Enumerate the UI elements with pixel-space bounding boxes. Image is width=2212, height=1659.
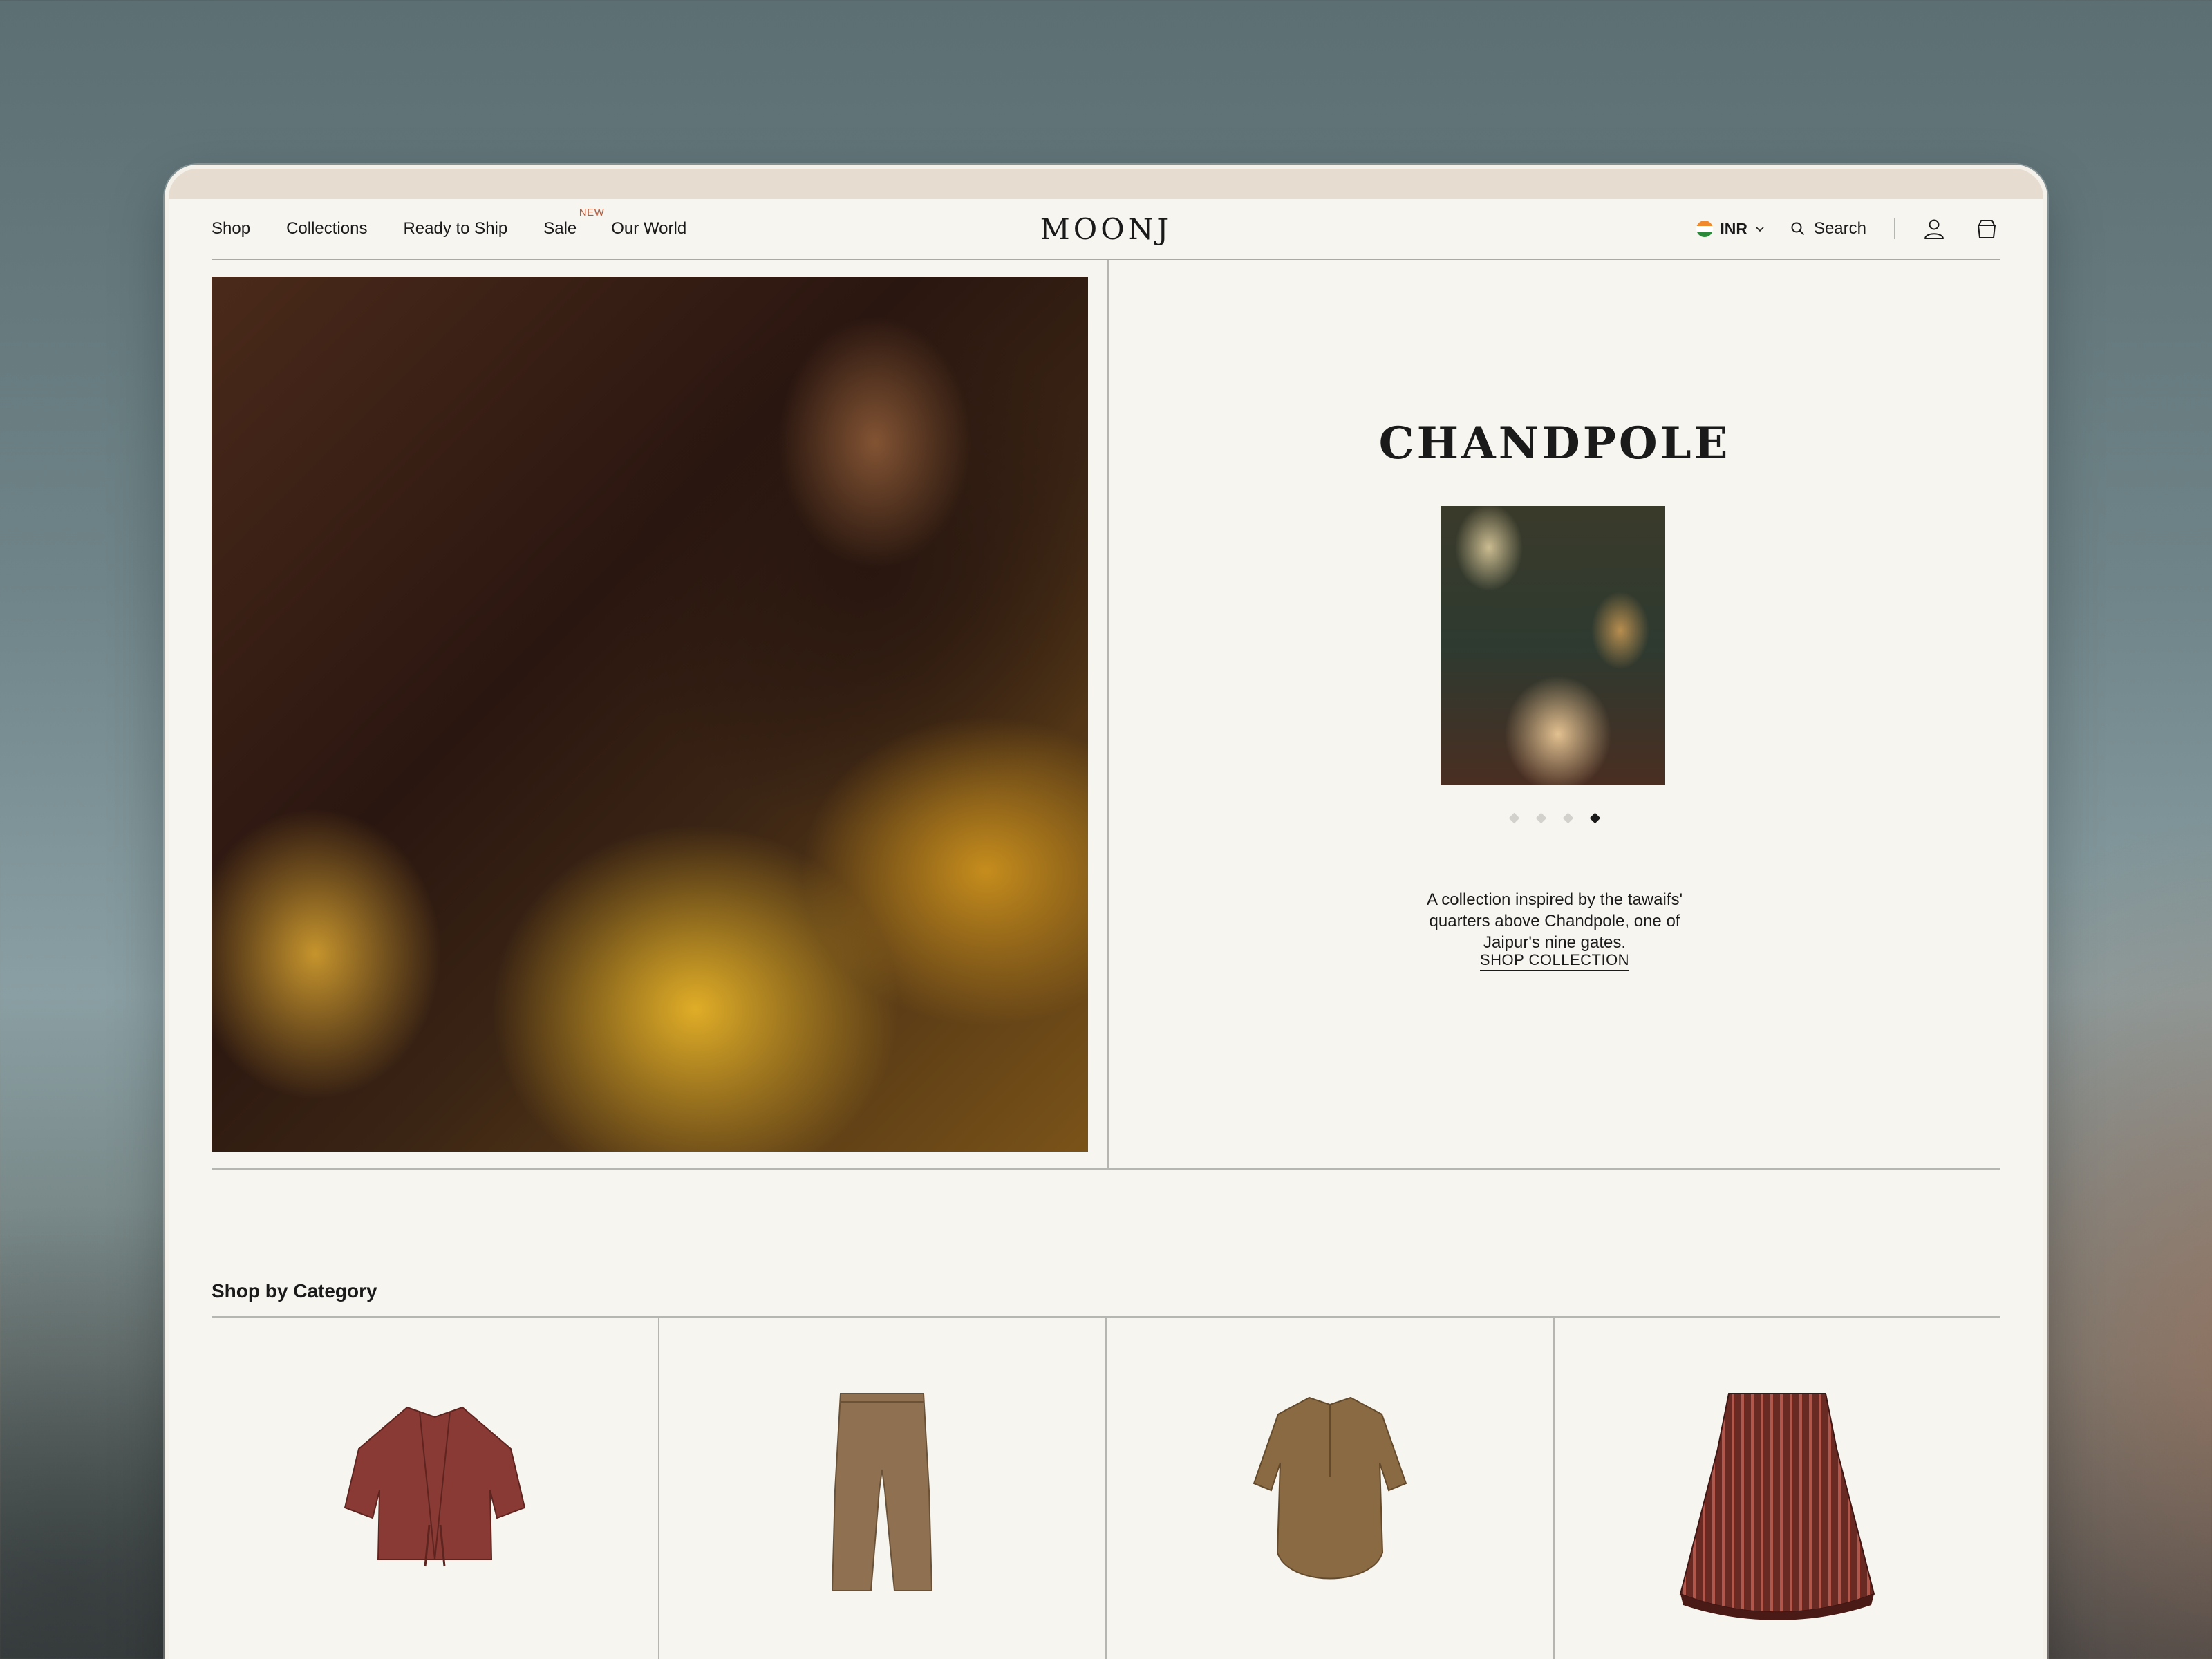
jacket-icon [344,1406,525,1567]
category-trousers[interactable] [657,1318,1106,1659]
nav-sale[interactable]: Sale NEW [543,207,604,238]
nav-utilities: INR Search [1696,199,2000,259]
category-heading: Shop by Category [212,1280,377,1302]
hero-campaign-image[interactable] [212,276,1088,1152]
cart-button[interactable] [1973,215,2000,243]
collection-feature: CHANDPOLE A collection inspired by the t… [1109,260,2000,1168]
nav-our-world[interactable]: Our World [611,219,686,238]
description-line: A collection inspired by the tawaifs' [1426,890,1683,909]
skirt-icon [1680,1393,1875,1620]
currency-label: INR [1720,219,1747,238]
carousel-dot[interactable] [1508,812,1520,824]
tunic-icon [1253,1396,1407,1580]
description-line: quarters above Chandpole, one of [1429,912,1680,930]
trousers-icon [832,1393,933,1591]
nav-divider [1894,218,1895,239]
carousel-dot[interactable] [1562,812,1574,824]
search-icon [1791,222,1805,236]
description-line: Jaipur's nine gates. [1483,933,1627,952]
hero-divider-horizontal [212,1168,2000,1170]
account-button[interactable] [1920,215,1948,243]
nav-collections[interactable]: Collections [286,219,367,238]
search-button[interactable]: Search [1790,219,1866,238]
category-jacket[interactable] [212,1318,658,1659]
new-badge: NEW [579,207,605,218]
collection-title: CHANDPOLE [1378,418,1731,469]
nav-ready-to-ship[interactable]: Ready to Ship [403,219,507,238]
carousel-dot-active[interactable] [1589,812,1601,824]
collection-description: A collection inspired by the tawaifs' qu… [1109,889,2000,953]
announcement-bar [169,169,2043,199]
flag-india-icon [1696,221,1714,237]
nav-sale-label: Sale [543,219,577,238]
carousel-dot[interactable] [1535,812,1547,824]
nav-links: Shop Collections Ready to Ship Sale NEW … [212,199,686,259]
user-icon [1924,219,1944,239]
category-tunic[interactable] [1105,1318,1553,1659]
category-grid [212,1318,2000,1659]
carousel-dots [1109,812,2000,824]
collection-carousel-image[interactable] [1441,506,1665,785]
shop-collection-link[interactable]: SHOP COLLECTION [1479,951,1630,971]
chevron-down-icon [1756,227,1764,232]
search-label: Search [1813,219,1866,238]
nav-shop[interactable]: Shop [212,219,250,238]
category-skirt[interactable] [1553,1318,2001,1659]
bag-icon [1978,220,1996,238]
main-nav: Shop Collections Ready to Ship Sale NEW … [212,199,2000,260]
page: Shop Collections Ready to Ship Sale NEW … [169,199,2043,1659]
browser-frame: Shop Collections Ready to Ship Sale NEW … [165,165,2047,1659]
brand-logo[interactable]: MOONJ [1040,199,1172,259]
currency-selector[interactable]: INR [1696,220,1765,238]
shop-collection-wrap: SHOP COLLECTION [1109,951,2000,971]
